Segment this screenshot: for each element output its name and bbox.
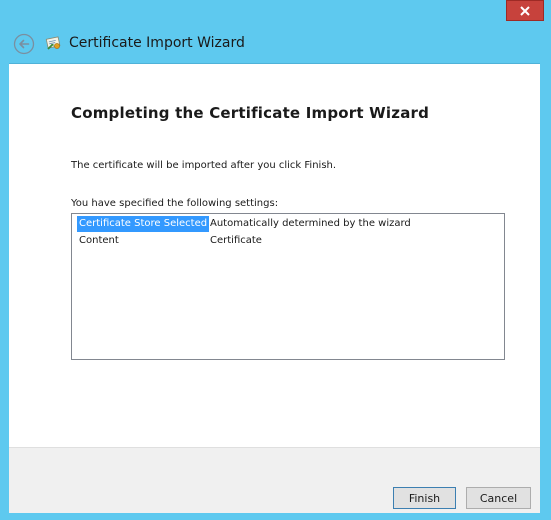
settings-list[interactable]: Certificate Store Selected Automatically… [71,213,505,360]
settings-label: You have specified the following setting… [71,198,279,209]
settings-value: Automatically determined by the wizard [210,218,411,229]
button-bar [9,447,540,513]
finish-button[interactable]: Finish [393,487,456,509]
close-button[interactable] [506,0,544,21]
window-title: Certificate Import Wizard [69,35,245,51]
info-text: The certificate will be imported after y… [71,160,337,171]
wizard-window: Certificate Import Wizard Completing the… [0,0,551,520]
settings-key[interactable]: Content [77,233,121,249]
cancel-button[interactable]: Cancel [466,487,531,509]
close-icon [520,5,530,16]
back-arrow-icon[interactable] [13,33,35,55]
settings-key[interactable]: Certificate Store Selected [77,216,210,232]
page-heading: Completing the Certificate Import Wizard [71,104,430,122]
settings-value: Certificate [210,235,262,246]
certificate-icon [45,36,61,50]
